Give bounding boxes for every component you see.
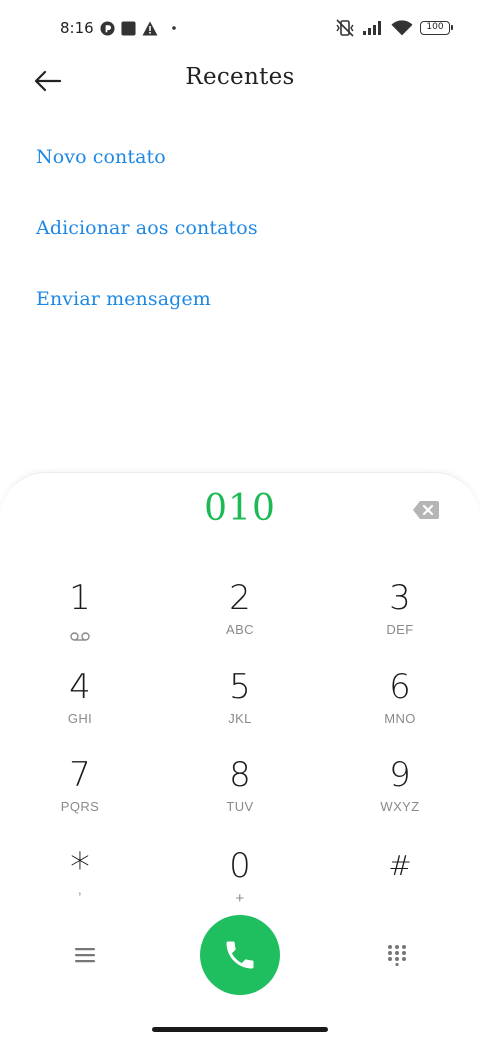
- page-title: Recentes: [185, 64, 295, 90]
- key-digit: 6: [389, 667, 411, 707]
- key-letters: DEF: [386, 622, 414, 637]
- key-letters: ,: [77, 882, 82, 897]
- wifi-icon: [391, 19, 413, 37]
- backspace-button[interactable]: [412, 500, 442, 522]
- key-letters: +: [235, 890, 245, 907]
- backspace-icon: [413, 501, 439, 519]
- app-notification-icon: [100, 20, 115, 36]
- key-digit: #: [388, 849, 412, 882]
- home-indicator[interactable]: [152, 1027, 328, 1032]
- key-digit: 3: [389, 578, 411, 618]
- status-right: 100: [335, 16, 453, 40]
- key-digit: 2: [229, 578, 251, 618]
- voicemail-icon: [70, 626, 90, 645]
- key-star[interactable]: * ,: [20, 846, 140, 922]
- key-0[interactable]: 0 +: [180, 846, 300, 922]
- more-notifications-dot-icon: [171, 26, 176, 30]
- key-letters: TUV: [226, 799, 254, 814]
- key-digit: 5: [229, 667, 251, 707]
- key-5[interactable]: 5 JKL: [180, 667, 300, 743]
- key-digit: 8: [229, 755, 251, 795]
- key-7[interactable]: 7 PQRS: [20, 755, 140, 831]
- call-button[interactable]: [200, 915, 280, 995]
- key-digit: 9: [389, 755, 411, 795]
- dialpad-toggle-button[interactable]: [382, 940, 412, 970]
- dialpad-icon: [388, 945, 406, 966]
- key-8[interactable]: 8 TUV: [180, 755, 300, 831]
- key-6[interactable]: 6 MNO: [340, 667, 460, 743]
- key-2[interactable]: 2 ABC: [180, 578, 300, 654]
- status-bar: 8:16 100: [0, 0, 480, 56]
- vibrate-off-icon: [335, 19, 355, 37]
- send-message-option[interactable]: Enviar mensagem: [36, 288, 211, 310]
- new-contact-option[interactable]: Novo contato: [36, 146, 166, 168]
- key-letters: WXYZ: [380, 799, 420, 814]
- key-4[interactable]: 4 GHI: [20, 667, 140, 743]
- key-letters: ABC: [226, 622, 254, 637]
- phone-icon: [226, 941, 254, 969]
- square-notification-icon: [121, 20, 136, 36]
- key-letters: PQRS: [60, 799, 100, 814]
- key-digit: 1: [69, 578, 91, 618]
- warning-icon: [142, 21, 158, 36]
- key-letters: JKL: [228, 711, 252, 726]
- signal-strength-icon: [362, 20, 384, 36]
- add-to-contacts-option[interactable]: Adicionar aos contatos: [36, 217, 258, 239]
- menu-button[interactable]: [70, 940, 100, 970]
- key-3[interactable]: 3 DEF: [340, 578, 460, 654]
- status-time: 8:16: [60, 19, 94, 37]
- key-hash[interactable]: #: [340, 846, 460, 922]
- status-left: 8:16: [60, 17, 176, 39]
- key-digit: 0: [229, 846, 251, 886]
- key-digit: 7: [69, 755, 91, 795]
- key-1[interactable]: 1: [20, 578, 140, 654]
- key-9[interactable]: 9 WXYZ: [340, 755, 460, 831]
- key-letters: GHI: [67, 711, 93, 726]
- menu-icon: [75, 948, 95, 963]
- battery-icon: 100: [420, 21, 453, 35]
- key-letters: MNO: [384, 711, 416, 726]
- dialed-number: 010: [204, 488, 276, 529]
- key-digit: 4: [69, 667, 91, 707]
